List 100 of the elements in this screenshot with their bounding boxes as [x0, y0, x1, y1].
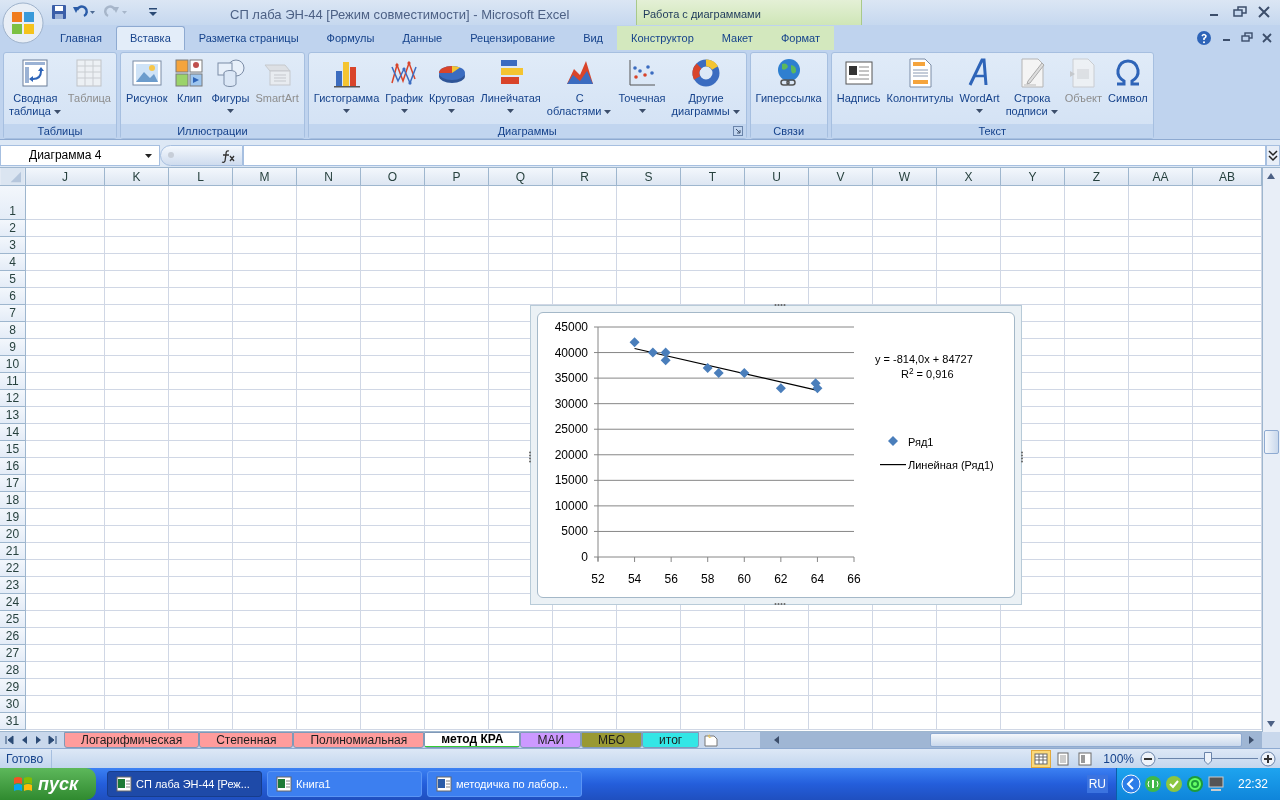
- row-header[interactable]: 11: [0, 373, 26, 390]
- row-header[interactable]: 29: [0, 679, 26, 696]
- row-header[interactable]: 24: [0, 594, 26, 611]
- column-header[interactable]: W: [873, 168, 937, 186]
- column-header[interactable]: O: [361, 168, 425, 186]
- network-icon[interactable]: [1143, 775, 1162, 793]
- row-header[interactable]: 25: [0, 611, 26, 628]
- ribbon-tab[interactable]: Разметка страницы: [184, 26, 313, 50]
- zoom-out-icon[interactable]: [1140, 750, 1156, 767]
- ribbon-button[interactable]: С областями: [543, 57, 616, 118]
- ribbon-tab[interactable]: Формат: [766, 26, 834, 50]
- scroll-thumb[interactable]: [1264, 430, 1279, 454]
- ribbon-button[interactable]: График: [382, 57, 426, 114]
- column-header[interactable]: P: [425, 168, 489, 186]
- taskbar-button[interactable]: СП лаба ЭН-44 [Реж...: [107, 771, 262, 797]
- column-header[interactable]: M: [233, 168, 297, 186]
- sheet-tab[interactable]: Полиномиальная: [293, 732, 425, 748]
- sheet-tab[interactable]: МАИ: [520, 732, 581, 748]
- help-icon[interactable]: [1196, 30, 1212, 46]
- row-header[interactable]: 31: [0, 713, 26, 730]
- restore-icon[interactable]: [1232, 5, 1248, 19]
- save-icon[interactable]: [51, 4, 67, 20]
- column-header[interactable]: R: [553, 168, 617, 186]
- scroll-thumb[interactable]: [930, 733, 1242, 747]
- column-header[interactable]: N: [297, 168, 361, 186]
- column-header[interactable]: Q: [489, 168, 553, 186]
- ribbon-tab[interactable]: Рецензирование: [456, 26, 570, 50]
- row-header[interactable]: 22: [0, 560, 26, 577]
- row-header[interactable]: 15: [0, 441, 26, 458]
- row-header[interactable]: 6: [0, 288, 26, 305]
- ribbon-button[interactable]: Линейчатая: [477, 57, 544, 114]
- ribbon-button[interactable]: Рисунок: [122, 57, 171, 105]
- row-header[interactable]: 27: [0, 645, 26, 662]
- row-header[interactable]: 13: [0, 407, 26, 424]
- slider-thumb[interactable]: [1204, 751, 1212, 765]
- column-header[interactable]: AA: [1129, 168, 1193, 186]
- row-header[interactable]: 1: [0, 186, 26, 220]
- row-header[interactable]: 9: [0, 339, 26, 356]
- column-header[interactable]: U: [745, 168, 809, 186]
- ribbon-tab[interactable]: Вид: [569, 26, 618, 50]
- customize-icon[interactable]: [148, 6, 158, 18]
- ribbon-button[interactable]: Надпись: [833, 57, 884, 105]
- row-header[interactable]: 5: [0, 271, 26, 288]
- close-icon[interactable]: [1256, 5, 1272, 19]
- chart[interactable]: 0 5000 10000 15000 20000 25000 30000 35000 40000 45000 52 54 56 58 60 62 64 66 y = -814,0x + 84727 R$^{2}$ = 0,916 Ряд1 Линейная (Ряд1): [530, 305, 1022, 605]
- column-header[interactable]: T: [681, 168, 745, 186]
- resize-handle[interactable]: [774, 602, 786, 606]
- ribbon-button[interactable]: Другие диаграммы: [668, 57, 744, 118]
- ribbon-tab[interactable]: Данные: [388, 26, 457, 50]
- ribbon-tab[interactable]: Конструктор: [617, 26, 708, 50]
- column-header[interactable]: J: [26, 168, 105, 186]
- ribbon-button[interactable]: Символ: [1105, 57, 1151, 105]
- sheet-tab[interactable]: Степенная: [199, 732, 294, 748]
- taskbar-button[interactable]: методичка по лабор...: [427, 771, 582, 797]
- column-header[interactable]: K: [105, 168, 169, 186]
- ribbon-tab[interactable]: Формулы: [312, 26, 389, 50]
- resize-handle[interactable]: [774, 303, 786, 307]
- ribbon-button[interactable]: Точечная: [615, 57, 669, 114]
- horizontal-scrollbar[interactable]: [760, 732, 1262, 748]
- row-header[interactable]: 20: [0, 526, 26, 543]
- ribbon-button[interactable]: Гистограмма: [310, 57, 383, 114]
- row-header[interactable]: 16: [0, 458, 26, 475]
- row-header[interactable]: 23: [0, 577, 26, 594]
- sheet-tab[interactable]: Логарифмическая: [64, 732, 200, 748]
- sheet-tab[interactable]: итог: [642, 732, 700, 748]
- zoom-slider[interactable]: [1158, 750, 1258, 767]
- column-header[interactable]: Z: [1065, 168, 1129, 186]
- row-header[interactable]: 2: [0, 220, 26, 237]
- column-header[interactable]: V: [809, 168, 873, 186]
- dialog-launcher-icon[interactable]: [732, 126, 743, 136]
- zoom-level[interactable]: 100%: [1103, 749, 1134, 768]
- row-header[interactable]: 17: [0, 475, 26, 492]
- sheet-tab[interactable]: МБО: [581, 732, 643, 748]
- check-shield-icon[interactable]: [1164, 775, 1183, 793]
- column-header[interactable]: S: [617, 168, 681, 186]
- column-header[interactable]: Y: [1001, 168, 1065, 186]
- expand-icon[interactable]: [1266, 144, 1280, 166]
- ribbon-button[interactable]: WordArt: [956, 57, 1003, 114]
- ribbon-button[interactable]: Сводная таблица: [6, 57, 65, 118]
- ribbon-button[interactable]: Фигуры: [208, 57, 253, 114]
- taskbar-button[interactable]: Книга1: [267, 771, 422, 797]
- row-header[interactable]: 8: [0, 322, 26, 339]
- last-sheet-icon[interactable]: [46, 733, 60, 747]
- function-icon[interactable]: [220, 148, 236, 163]
- ribbon-tab[interactable]: Вставка: [115, 26, 185, 50]
- row-header[interactable]: 7: [0, 305, 26, 322]
- ribbon-button[interactable]: Круговая: [425, 57, 478, 114]
- row-header[interactable]: 21: [0, 543, 26, 560]
- ribbon-tab[interactable]: Макет: [707, 26, 767, 50]
- zoom-in-icon[interactable]: [1260, 750, 1276, 767]
- row-header[interactable]: 18: [0, 492, 26, 509]
- name-box[interactable]: Диаграмма 4: [0, 144, 160, 166]
- row-header[interactable]: 26: [0, 628, 26, 645]
- row-header[interactable]: 19: [0, 509, 26, 526]
- row-header[interactable]: 12: [0, 390, 26, 407]
- resize-handle[interactable]: [1020, 451, 1024, 463]
- resize-handle[interactable]: [528, 451, 532, 463]
- ribbon-button[interactable]: Клип: [170, 57, 209, 105]
- row-header[interactable]: 30: [0, 696, 26, 713]
- ribbon-button[interactable]: Гиперссылка: [752, 57, 825, 105]
